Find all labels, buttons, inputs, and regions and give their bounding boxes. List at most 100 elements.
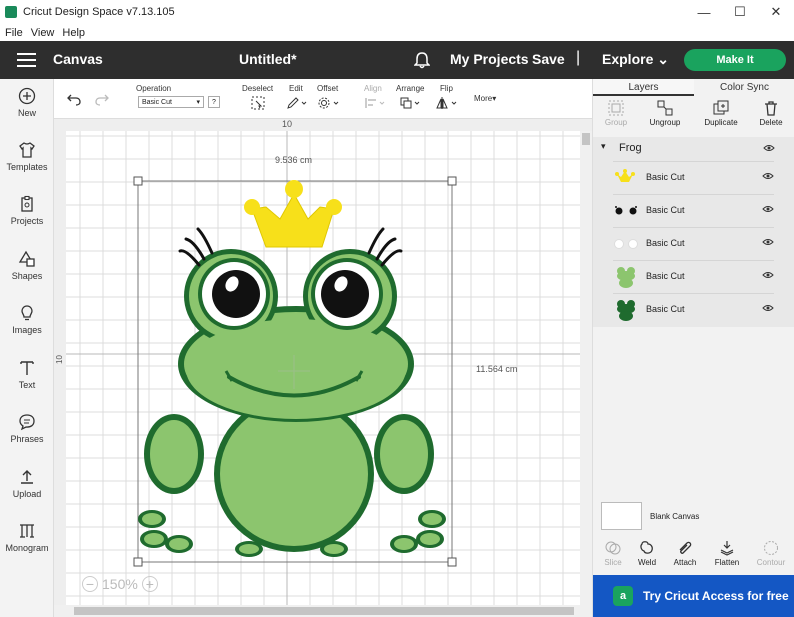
hamburger-menu-icon[interactable]	[17, 53, 36, 67]
title-bar: Cricut Design Space v7.13.105 — ☐ ✕	[0, 0, 794, 24]
arrange-icon[interactable]	[399, 96, 423, 113]
clipboard-icon	[21, 195, 33, 212]
more-dropdown[interactable]: More▾	[474, 94, 496, 103]
group-label: Group	[604, 118, 628, 127]
ruler-left-marker: 10	[54, 355, 64, 364]
document-title: Untitled*	[239, 51, 297, 67]
maximize-button[interactable]: ☐	[722, 0, 758, 24]
ungroup-icon	[657, 100, 673, 116]
my-projects-link[interactable]: My Projects	[450, 51, 529, 67]
design-canvas[interactable]: 10 10 9.536 cm 11.564 cm − 150% +	[54, 119, 592, 617]
group-button[interactable]: Group	[591, 100, 641, 127]
layer-row[interactable]: Basic Cut	[613, 227, 774, 260]
ungroup-label: Ungroup	[649, 118, 681, 127]
operation-select[interactable]: Basic Cut ▾	[138, 96, 204, 108]
layer-group-frog[interactable]: ▾ Frog	[593, 137, 794, 159]
lightbulb-icon	[21, 305, 33, 321]
attach-label: Attach	[673, 558, 697, 567]
sidebar-item-new[interactable]: New	[0, 87, 54, 118]
menu-file[interactable]: File	[5, 27, 23, 39]
sidebar-item-text[interactable]: Text	[0, 359, 54, 390]
layer-row[interactable]: Basic Cut	[613, 194, 774, 227]
arrange-label: Arrange	[396, 84, 425, 93]
paperclip-icon	[679, 541, 692, 554]
align-label: Align	[364, 84, 382, 93]
collapse-chevron-icon[interactable]: ▾	[601, 141, 606, 152]
attach-button[interactable]: Attach	[665, 540, 705, 567]
dropdown-caret-icon: ▾	[196, 99, 200, 106]
group-visibility-eye-icon[interactable]	[763, 143, 775, 155]
edit-pencil-icon[interactable]	[286, 96, 308, 113]
frog-artwork	[138, 180, 446, 557]
trash-icon	[765, 101, 777, 116]
left-sidebar: New Templates Projects Shapes Images Tex…	[0, 79, 54, 617]
offset-icon[interactable]	[317, 96, 341, 113]
delete-button[interactable]: Delete	[746, 100, 794, 127]
group-icon	[608, 100, 624, 116]
blank-canvas-swatch[interactable]	[601, 502, 642, 530]
flip-icon[interactable]	[436, 96, 460, 113]
close-button[interactable]: ✕	[758, 0, 794, 24]
frog-light-thumbnail-icon	[613, 265, 639, 291]
visibility-eye-icon[interactable]	[762, 205, 774, 215]
plus-circle-icon	[18, 87, 36, 105]
visibility-eye-icon[interactable]	[762, 172, 774, 182]
layer-row[interactable]: Basic Cut	[613, 293, 774, 326]
visibility-eye-icon[interactable]	[762, 304, 774, 314]
visibility-eye-icon[interactable]	[762, 271, 774, 281]
flatten-button[interactable]: Flatten	[707, 540, 747, 567]
zoom-out-button[interactable]: −	[82, 576, 98, 592]
sidebar-item-images[interactable]: Images	[0, 304, 54, 335]
contour-button[interactable]: Contour	[751, 540, 791, 567]
header-separator: |	[576, 49, 581, 66]
menu-help[interactable]: Help	[62, 27, 85, 39]
operation-help-button[interactable]: ?	[208, 96, 220, 108]
align-icon[interactable]	[364, 96, 388, 113]
visibility-eye-icon[interactable]	[762, 238, 774, 248]
explore-label: Explore	[602, 51, 654, 67]
redo-icon[interactable]	[94, 92, 110, 109]
layer-row[interactable]: Basic Cut	[613, 260, 774, 293]
tab-layers[interactable]: Layers	[593, 79, 694, 96]
sidebar-item-projects[interactable]: Projects	[0, 195, 54, 226]
shapes-icon	[18, 250, 35, 267]
duplicate-label: Duplicate	[704, 118, 738, 127]
layer-label: Basic Cut	[646, 271, 685, 281]
zoom-in-button[interactable]: +	[141, 576, 158, 592]
deselect-icon[interactable]	[251, 96, 265, 113]
frog-dark-thumbnail-icon	[613, 298, 639, 324]
contour-label: Contour	[756, 558, 786, 567]
weld-icon	[640, 541, 653, 554]
sidebar-item-phrases[interactable]: Phrases	[0, 413, 54, 444]
ruler-top-marker: 10	[282, 119, 293, 129]
tab-color-sync[interactable]: Color Sync	[694, 79, 794, 96]
cricut-access-badge-icon: a	[613, 586, 633, 606]
ungroup-button[interactable]: Ungroup	[640, 100, 690, 127]
undo-icon[interactable]	[66, 92, 82, 109]
explore-dropdown[interactable]: Explore ⌄	[602, 51, 669, 68]
speech-bubble-icon	[19, 414, 35, 431]
weld-button[interactable]: Weld	[627, 540, 667, 567]
slice-label: Slice	[604, 558, 622, 567]
sidebar-item-upload[interactable]: Upload	[0, 468, 54, 499]
sidebar-item-monogram[interactable]: Monogram	[0, 522, 54, 553]
blank-canvas-label: Blank Canvas	[650, 512, 700, 521]
offset-label: Offset	[317, 84, 339, 93]
minimize-button[interactable]: —	[686, 0, 722, 24]
layer-row[interactable]: Basic Cut	[613, 161, 774, 194]
menu-view[interactable]: View	[31, 27, 55, 39]
cricut-access-banner[interactable]: a Try Cricut Access for free	[593, 575, 794, 617]
more-label: More	[474, 94, 493, 103]
sidebar-item-templates[interactable]: Templates	[0, 141, 54, 172]
duplicate-button[interactable]: Duplicate	[696, 100, 746, 127]
duplicate-icon	[713, 100, 729, 115]
sidebar-item-shapes[interactable]: Shapes	[0, 250, 54, 281]
notification-bell-icon[interactable]	[413, 51, 431, 72]
flip-label: Flip	[440, 84, 453, 93]
flatten-icon	[720, 541, 734, 556]
make-it-button[interactable]: Make It	[684, 49, 786, 71]
zoom-level: 150%	[102, 576, 138, 592]
chevron-down-icon: ⌄	[657, 51, 669, 67]
save-button[interactable]: Save	[532, 51, 565, 67]
sidebar-label-upload: Upload	[12, 489, 42, 499]
